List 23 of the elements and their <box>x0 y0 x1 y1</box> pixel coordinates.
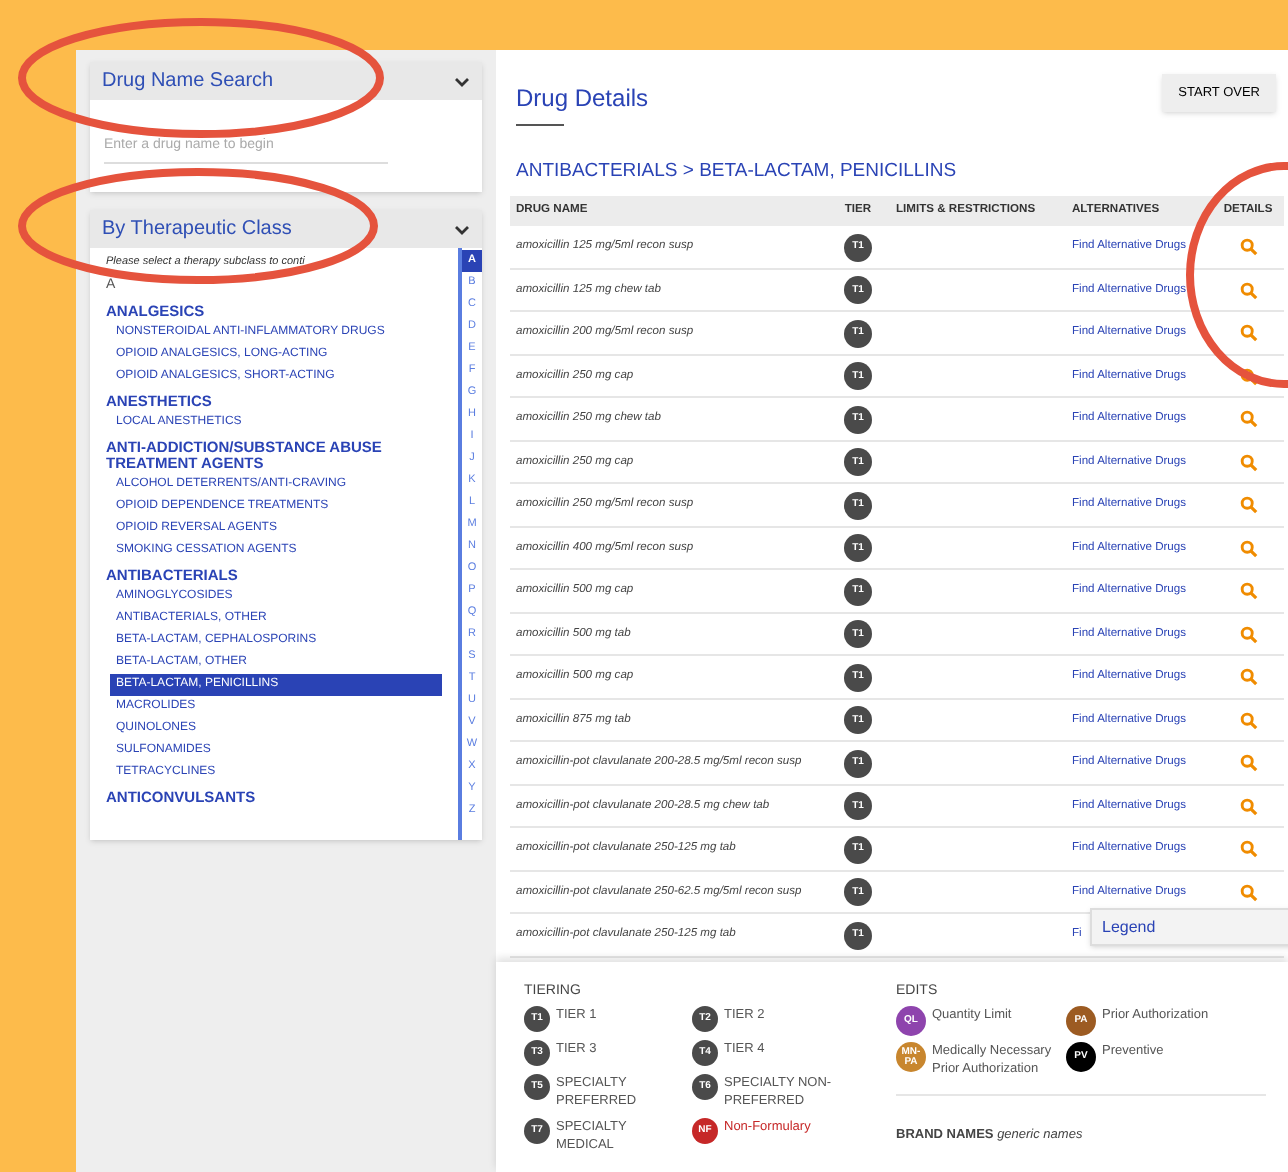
search-icon[interactable] <box>1239 324 1257 342</box>
search-icon[interactable] <box>1239 797 1257 815</box>
search-icon[interactable] <box>1239 453 1257 471</box>
breadcrumb: ANTIBACTERIALS > BETA-LACTAM, PENICILLINS <box>514 158 959 186</box>
search-icon[interactable] <box>1239 367 1257 385</box>
search-icon[interactable] <box>1239 238 1257 256</box>
page-title: Drug Details <box>516 82 649 116</box>
search-icon[interactable] <box>1239 754 1257 772</box>
search-icon[interactable] <box>1239 625 1257 643</box>
search-icon[interactable] <box>1239 496 1257 514</box>
panel-title: By Therapeutic Class <box>102 216 292 244</box>
search-icon[interactable] <box>1239 840 1257 858</box>
search-icon[interactable] <box>1239 582 1257 600</box>
search-icon[interactable] <box>1239 668 1257 686</box>
chevron-icon[interactable] <box>454 75 470 87</box>
search-icon[interactable] <box>1239 883 1257 901</box>
chevron-icon[interactable] <box>454 223 470 235</box>
panel-title: Drug Name Search <box>102 68 274 96</box>
search-icon[interactable] <box>1239 711 1257 729</box>
search-icon[interactable] <box>1239 539 1257 557</box>
search-icon[interactable] <box>1239 281 1257 299</box>
search-icon[interactable] <box>1239 410 1257 428</box>
legend-menu[interactable]: Legend <box>1090 908 1288 946</box>
